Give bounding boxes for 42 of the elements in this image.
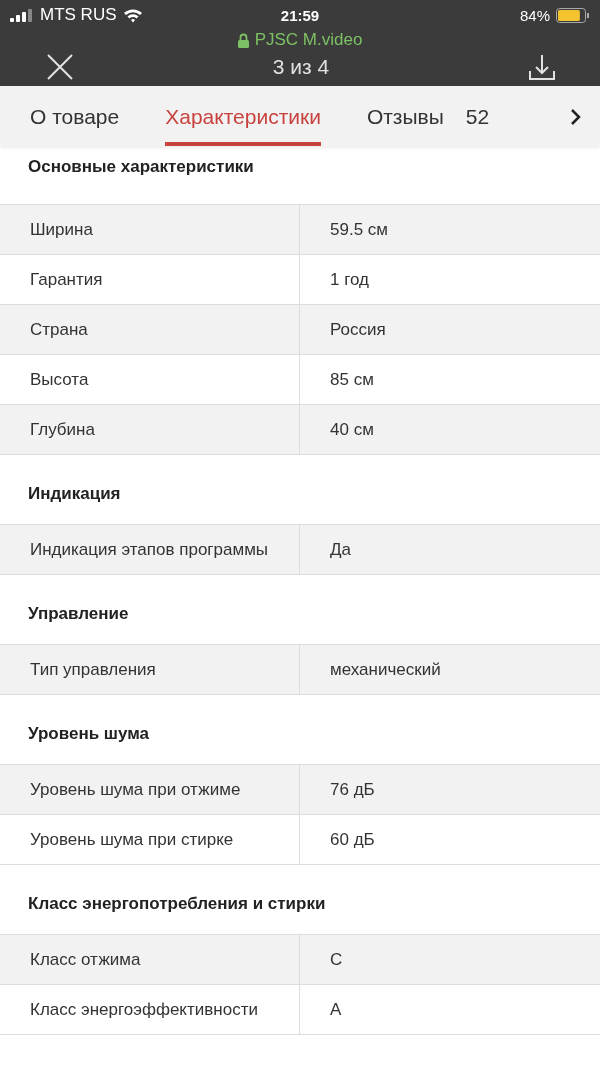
lock-icon — [237, 33, 249, 48]
spec-name: Глубина — [0, 405, 300, 454]
section-heading: Основные характеристики — [27, 156, 255, 178]
spec-name: Тип управления — [0, 645, 300, 694]
section-heading: Управление — [27, 603, 130, 625]
clock-time: 21:59 — [280, 6, 320, 24]
spec-value: C — [329, 949, 344, 971]
spec-value: 60 дБ — [329, 829, 376, 851]
section-heading: Класс энергопотребления и стирки — [27, 893, 327, 915]
spec-name: Класс энергоэффективности — [0, 985, 300, 1034]
image-counter: 3 из 4 — [272, 55, 330, 79]
spec-value: Да — [329, 539, 352, 561]
close-icon[interactable] — [46, 53, 74, 81]
carrier-name: MTS RUS — [40, 5, 117, 25]
signal-icon — [10, 8, 34, 22]
spec-value: 1 год — [329, 269, 370, 291]
spec-name: Ширина — [0, 205, 300, 254]
spec-value: 85 см — [329, 369, 375, 391]
wifi-icon — [122, 7, 143, 23]
tab[interactable]: Отзывы 52 — [366, 86, 490, 146]
site-name: PJSC M.video — [254, 30, 363, 50]
section-heading: Уровень шума — [27, 723, 151, 745]
spec-name: Индикация этапов программы — [0, 525, 300, 574]
chevron-right-icon[interactable] — [570, 108, 582, 126]
spec-name: Класс отжима — [0, 935, 300, 984]
spec-value: 59.5 см — [329, 219, 389, 241]
download-icon[interactable] — [528, 53, 556, 81]
spec-value: 40 см — [329, 419, 375, 441]
spec-value: Россия — [329, 319, 387, 341]
tab[interactable]: Характеристики — [165, 86, 321, 146]
tab[interactable]: О товаре — [30, 86, 120, 146]
spec-name: Высота — [0, 355, 300, 404]
spec-name: Страна — [0, 305, 300, 354]
spec-name: Уровень шума при отжиме — [0, 765, 300, 814]
battery-icon — [556, 7, 590, 23]
spec-value: механический — [329, 659, 442, 681]
spec-value: A — [329, 999, 343, 1021]
spec-name: Уровень шума при стирке — [0, 815, 300, 864]
battery-percent: 84% — [519, 6, 550, 24]
spec-value: 76 дБ — [329, 779, 376, 801]
spec-name: Гарантия — [0, 255, 300, 304]
section-heading: Индикация — [27, 483, 122, 505]
